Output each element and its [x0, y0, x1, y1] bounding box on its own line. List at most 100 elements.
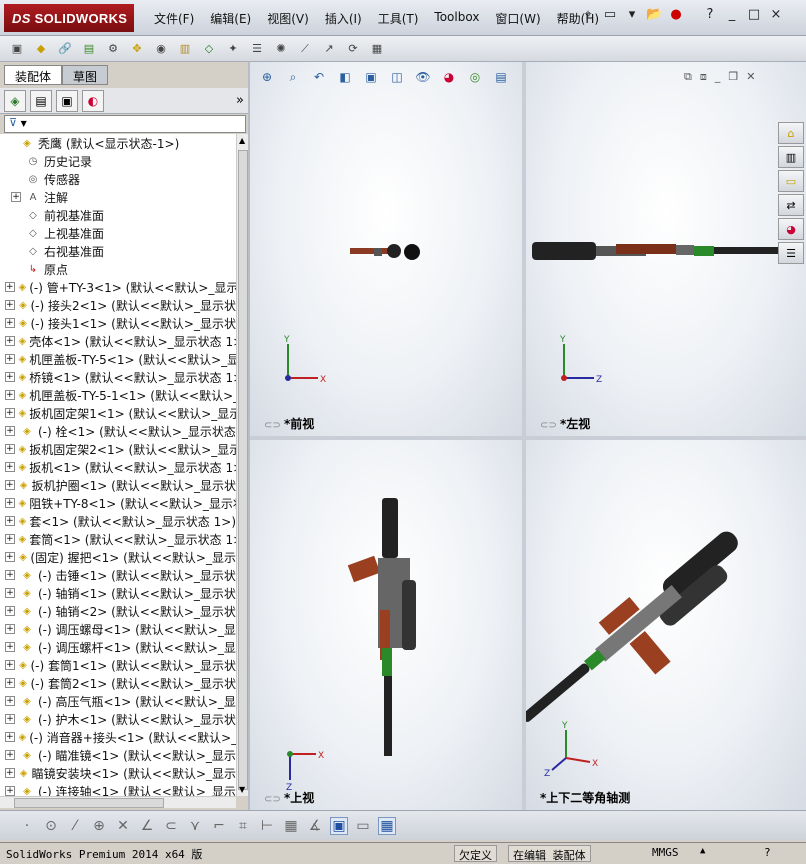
restore-icon[interactable]: □ [746, 8, 762, 24]
view-orientation-dropdown-icon[interactable]: ▣ [362, 68, 380, 86]
expand-toggle-icon[interactable]: + [5, 678, 15, 688]
tree-component-row[interactable]: + ◈ 阻铁+TY-8<1> (默认<<默认>_显示状 [0, 494, 236, 512]
open-folder-icon[interactable]: ▾ [624, 8, 640, 24]
units-dropdown-icon[interactable]: ▲ [696, 845, 709, 862]
mirror-icon[interactable]: ⋎ [186, 818, 204, 834]
tree-horizontal-scrollbar[interactable] [0, 796, 236, 808]
menu-insert[interactable]: 插入(I) [317, 8, 370, 29]
polygon-icon[interactable]: ⊕ [90, 818, 108, 834]
expand-toggle-icon[interactable]: + [5, 660, 15, 670]
viewport-horizontal-splitter[interactable] [250, 436, 806, 440]
tree-component-row[interactable]: + ◈ (-) 连接轴<1> (默认<<默认>_显示 [0, 782, 236, 796]
tab-assembly[interactable]: 装配体 [4, 65, 63, 85]
expand-toggle-icon[interactable]: + [5, 516, 15, 526]
tab-sketch[interactable]: 草图 [62, 65, 109, 85]
tree-filter[interactable]: ⊽ ▼ [4, 115, 246, 133]
appearances-icon[interactable]: ◕ [778, 218, 804, 240]
expand-toggle-icon[interactable]: + [5, 750, 15, 760]
status-help-icon[interactable]: ? [760, 845, 775, 862]
linear-pattern-icon[interactable]: ▤ [80, 40, 98, 58]
close-icon[interactable]: × [768, 8, 784, 24]
tree-component-row[interactable]: + ◈ 桥镜<1> (默认<<默认>_显示状态 1> [0, 368, 236, 386]
scroll-up-arrow[interactable]: ▲ [239, 136, 245, 145]
expand-toggle-icon[interactable]: + [5, 624, 15, 634]
tree-component-row[interactable]: + ◈ 机匣盖板-TY-5-1<1> (默认<<默认>_ [0, 386, 236, 404]
menu-window[interactable]: 窗口(W) [487, 8, 548, 29]
tree-component-row[interactable]: + ◈ (-) 调压螺杆<1> (默认<<默认>_显 [0, 638, 236, 656]
tree-component-row[interactable]: + ◈ (-) 管+TY-3<1> (默认<<默认>_显示 [0, 278, 236, 296]
apply-scene-icon[interactable]: ◎ [466, 68, 484, 86]
scroll-thumb[interactable] [238, 150, 248, 790]
help-icon[interactable]: ? [702, 8, 718, 24]
configuration-manager-icon[interactable]: ▣ [56, 89, 78, 112]
tree-component-row[interactable]: + ◈ (-) 接头2<1> (默认<<默认>_显示状 [0, 296, 236, 314]
expand-toggle-icon[interactable]: + [5, 480, 15, 490]
expand-toggle-icon[interactable]: + [5, 786, 15, 796]
tree-component-row[interactable]: + ◈ (-) 套筒2<1> (默认<<默认>_显示状 [0, 674, 236, 692]
expand-toggle-icon[interactable]: + [5, 570, 15, 580]
filter-icon[interactable]: ⊽ [9, 116, 17, 129]
expand-toggle-icon[interactable]: + [5, 372, 15, 382]
expand-toggle-icon[interactable]: + [5, 282, 15, 292]
mate-icon[interactable]: 🔗 [56, 40, 74, 58]
shaded-view-icon[interactable]: ▣ [330, 816, 348, 835]
expand-toggle-icon[interactable]: + [5, 336, 15, 346]
design-library-icon[interactable]: ▥ [778, 146, 804, 168]
menu-tools[interactable]: 工具(T) [370, 8, 427, 29]
tree-component-row[interactable]: + ◈ (-) 瞄准镜<1> (默认<<默认>_显示 [0, 746, 236, 764]
tree-item[interactable]: ◇ 上视基准面 [0, 224, 236, 242]
tree-vertical-scrollbar[interactable]: ▲ ▼ [236, 134, 248, 796]
traffic-light-icon[interactable]: ● [668, 8, 684, 24]
property-manager-icon[interactable]: ▤ [30, 89, 52, 112]
line-icon[interactable]: ⁄ [66, 818, 84, 834]
menu-edit[interactable]: 编辑(E) [202, 8, 259, 29]
view-palette-icon[interactable]: ⇄ [778, 194, 804, 216]
take-snapshot-icon[interactable]: ▦ [368, 40, 386, 58]
grid-icon[interactable]: ▦ [282, 818, 300, 834]
linear-dimension-icon[interactable]: ⊢ [258, 818, 276, 834]
expand-toggle-icon[interactable]: + [5, 588, 15, 598]
tree-component-row[interactable]: + ◈ 扳机护圈<1> (默认<<默认>_显示状 [0, 476, 236, 494]
expand-toggle-icon[interactable]: + [11, 192, 21, 202]
tree-component-row[interactable]: + ◈ 套筒<1> (默认<<默认>_显示状态 1> [0, 530, 236, 548]
tree-root[interactable]: ◈ 秃鹰 (默认<显示状态-1>) [0, 134, 236, 152]
zoom-to-fit-icon[interactable]: ⊕ [258, 68, 276, 86]
expand-toggle-icon[interactable]: + [5, 552, 15, 562]
angular-dimension-icon[interactable]: ∡ [306, 818, 324, 834]
zoom-area-icon[interactable]: ⌕ [284, 68, 302, 86]
expand-toggle-icon[interactable]: + [5, 642, 15, 652]
tree-component-row[interactable]: + ◈ 机匣盖板-TY-5<1> (默认<<默认>_显 [0, 350, 236, 368]
tree-component-row[interactable]: + ◈ 扳机<1> (默认<<默认>_显示状态 1> [0, 458, 236, 476]
new-motion-study-icon[interactable]: ✦ [224, 40, 242, 58]
tree-item[interactable]: ◎ 传感器 [0, 170, 236, 188]
expand-toggle-icon[interactable]: + [5, 354, 15, 364]
expand-toggle-icon[interactable]: + [5, 534, 15, 544]
tree-component-row[interactable]: + ◈ 扳机固定架1<1> (默认<<默认>_显示 [0, 404, 236, 422]
expand-toggle-icon[interactable]: + [5, 498, 15, 508]
tree-component-row[interactable]: + ◈ 瞄镜安装块<1> (默认<<默认>_显示 [0, 764, 236, 782]
feature-manager-icon[interactable]: ◈ [4, 89, 26, 112]
viewport-isometric[interactable]: Y X Z *上下二等角轴测 [526, 440, 806, 810]
expand-toggle-icon[interactable]: + [5, 300, 15, 310]
menu-file[interactable]: 文件(F) [146, 8, 202, 29]
menu-toolbox[interactable]: Toolbox [426, 8, 487, 29]
tree-component-row[interactable]: + ◈ (-) 轴销<2> (默认<<默认>_显示状 [0, 602, 236, 620]
expand-toggle-icon[interactable]: + [5, 462, 15, 472]
display-style-icon[interactable]: ◫ [388, 68, 406, 86]
update-speedpak-icon[interactable]: ⟳ [344, 40, 362, 58]
four-view-layout-icon[interactable]: ▦ [378, 816, 396, 835]
reference-geometry-icon[interactable]: ◇ [200, 40, 218, 58]
tree-item[interactable]: ↳ 原点 [0, 260, 236, 278]
tree-component-row[interactable]: + ◈ (-) 消音器+接头<1> (默认<<默认>_ [0, 728, 236, 746]
section-view-icon[interactable]: ◧ [336, 68, 354, 86]
edit-appearance-icon[interactable]: ◕ [440, 68, 458, 86]
circle-icon[interactable]: ⊙ [42, 818, 60, 834]
custom-properties-icon[interactable]: ☰ [778, 242, 804, 264]
bill-of-materials-icon[interactable]: ☰ [248, 40, 266, 58]
expand-toggle-icon[interactable]: + [5, 408, 15, 418]
smart-dimension-icon[interactable]: ⌗ [234, 818, 252, 834]
insert-component-icon[interactable]: ◆ [32, 40, 50, 58]
more-tabs-icon[interactable]: » [236, 93, 244, 108]
tree-component-row[interactable]: + ◈ 套<1> (默认<<默认>_显示状态 1>) [0, 512, 236, 530]
expand-toggle-icon[interactable]: + [5, 696, 15, 706]
